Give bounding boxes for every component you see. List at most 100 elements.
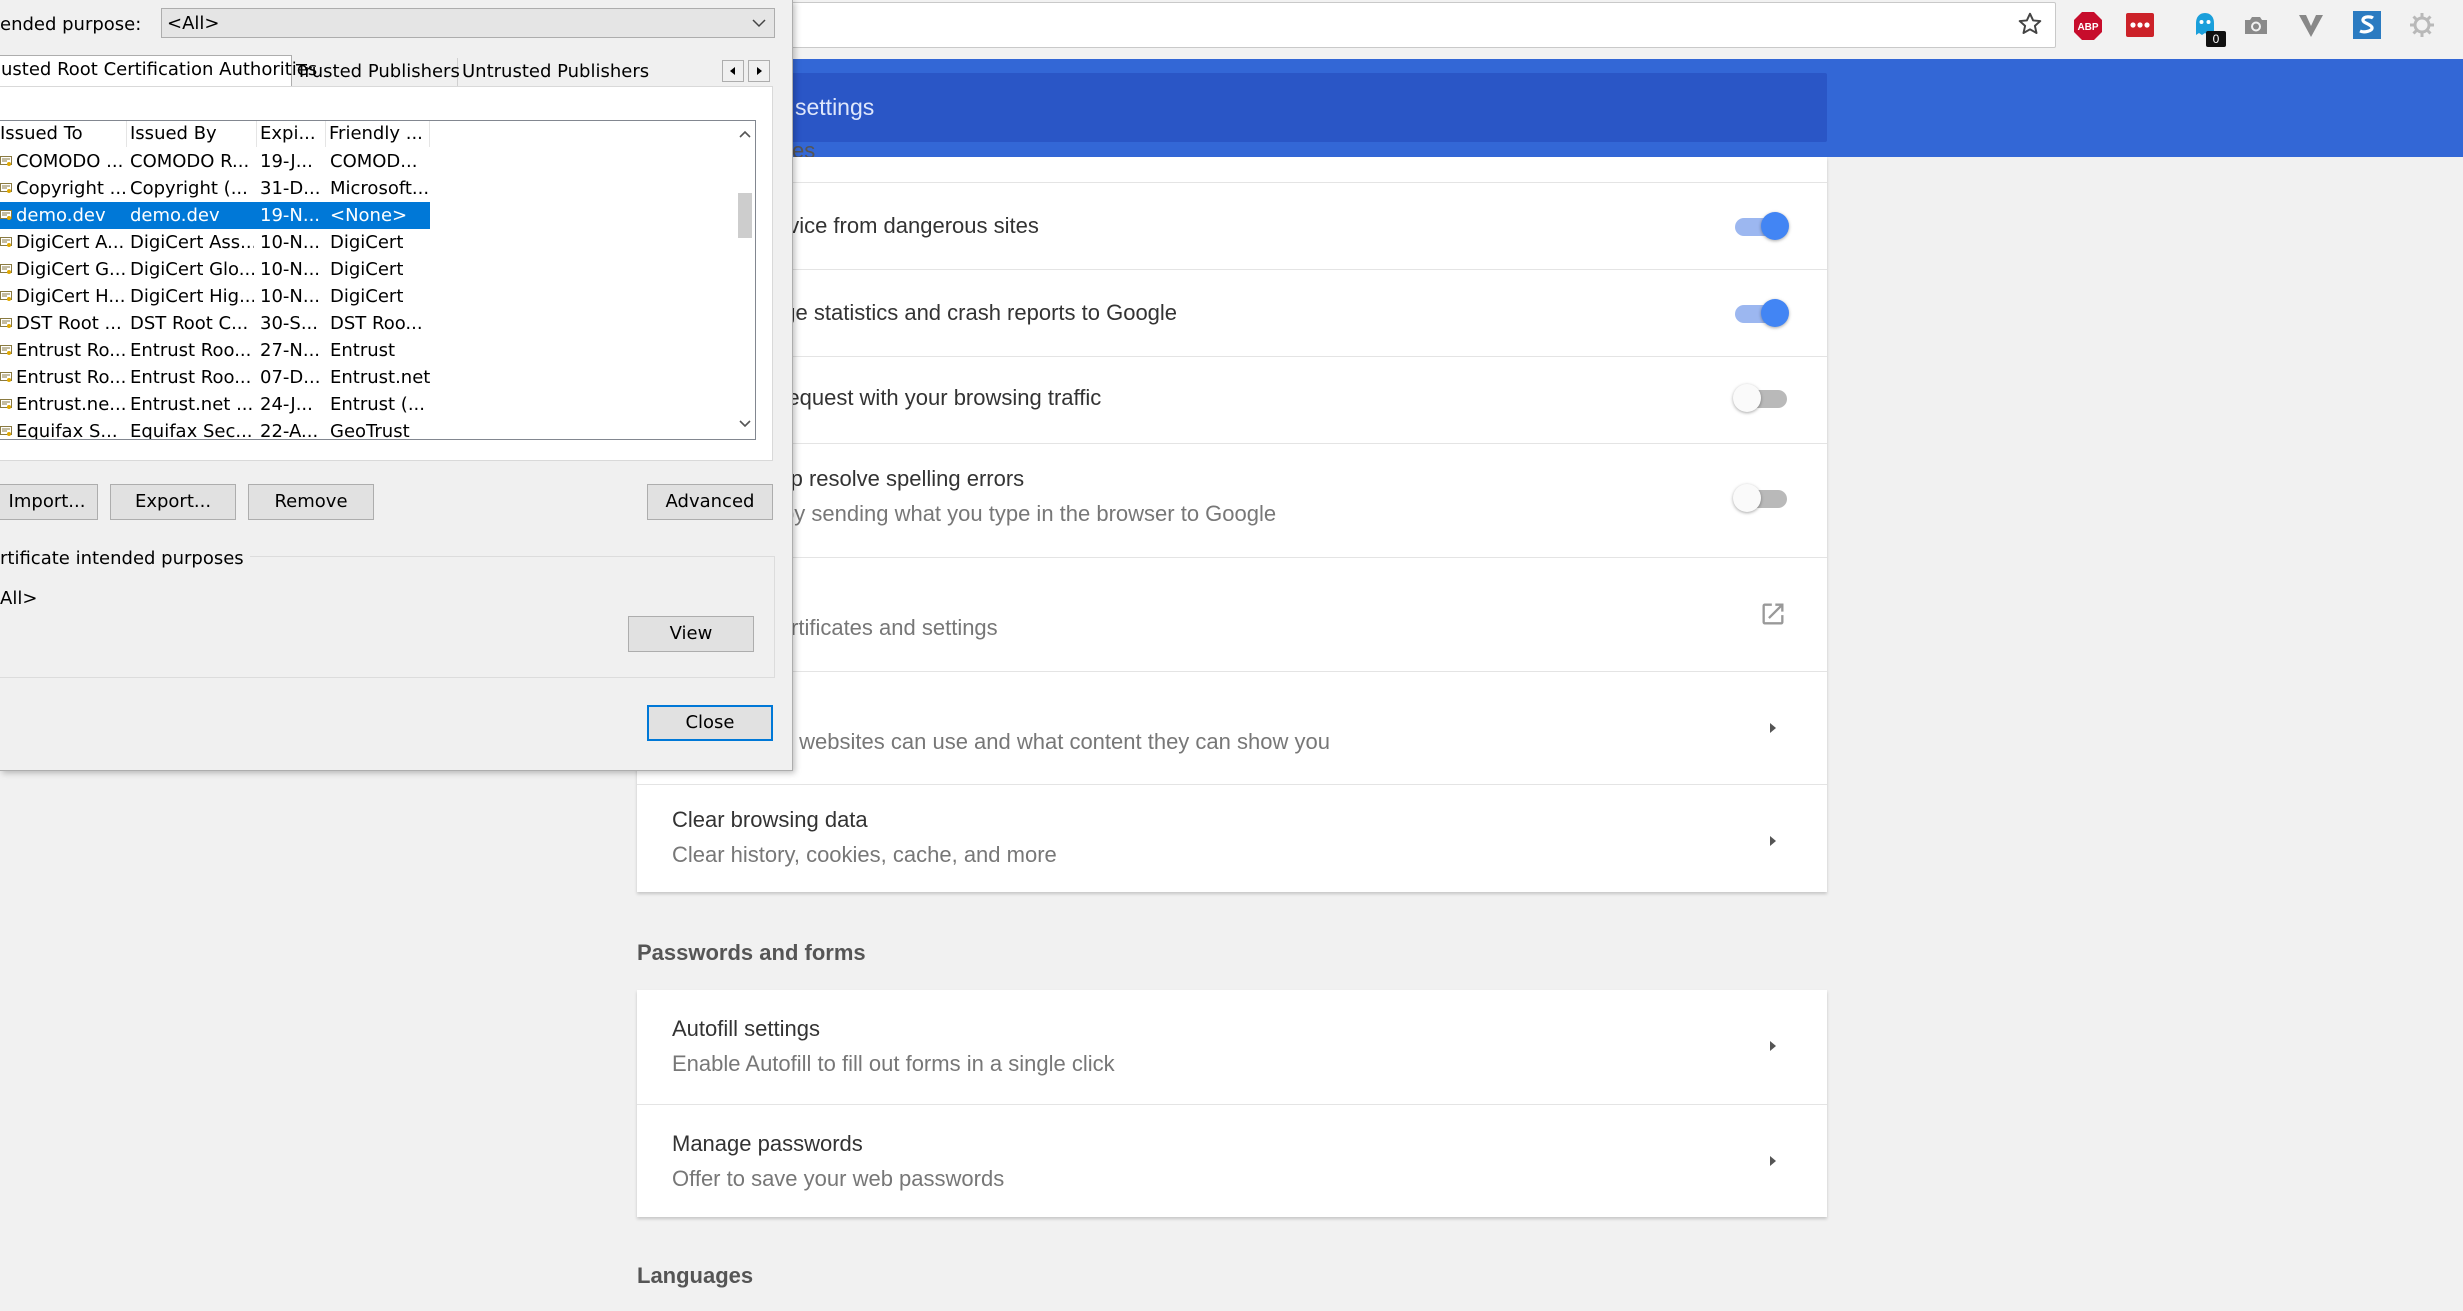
list-scrollbar[interactable]	[735, 121, 755, 439]
bookmark-star-icon[interactable]	[2017, 11, 2043, 37]
ghostery-badge: 0	[2206, 31, 2226, 47]
table-row[interactable]: DigiCert G... DigiCert Glo... 10-N... DigiC…	[0, 256, 430, 283]
safe-browsing-row[interactable]: and your device from dangerous sites	[637, 182, 1827, 269]
content-settings-row[interactable]: tings t information websites can use and…	[637, 671, 1827, 784]
passwords-section-title: Passwords and forms	[637, 940, 866, 965]
cell-friendly-name: DigiCert	[330, 259, 404, 280]
spelling-service-toggle[interactable]	[1733, 481, 1787, 515]
cell-issued-to: COMODO ...	[16, 151, 124, 172]
cell-issued-to: Entrust Ro...	[16, 367, 126, 388]
lastpass-icon[interactable]	[2125, 10, 2155, 40]
cell-expiration: 24-J...	[260, 394, 313, 415]
do-not-track-row[interactable]: Not Track" request with your browsing tr…	[637, 356, 1827, 443]
list-header: Issued To Issued By Expi... Friendly ...	[0, 121, 735, 147]
column-friendly-name[interactable]: Friendly ...	[326, 121, 430, 147]
certificate-icon	[0, 183, 12, 193]
scroll-up-icon[interactable]	[739, 129, 751, 139]
tab-trusted-publishers[interactable]: Trusted Publishers	[292, 58, 460, 86]
cell-expiration: 19-J...	[260, 151, 313, 172]
close-button[interactable]: Close	[647, 705, 773, 741]
import-button[interactable]: Import...	[0, 484, 98, 520]
languages-section-title: Languages	[637, 1263, 754, 1288]
row-title: Autofill settings	[672, 1016, 820, 1041]
table-row[interactable]: Entrust Ro... Entrust Roo... 27-N... Entrus…	[0, 337, 430, 364]
certificate-icon	[0, 399, 12, 409]
cell-expiration: 07-D...	[260, 367, 321, 388]
cell-friendly-name: DigiCert	[330, 286, 404, 307]
cell-issued-by: DigiCert Hig...	[130, 286, 254, 307]
intended-purpose-select[interactable]: <All>	[161, 8, 775, 38]
table-row[interactable]: DST Root ... DST Root C... 30-S... DST Roo.…	[0, 310, 430, 337]
certificate-list[interactable]: Issued To Issued By Expi... Friendly ...…	[0, 120, 756, 440]
safe-browsing-toggle[interactable]	[1735, 209, 1789, 243]
camera-icon[interactable]	[2241, 10, 2271, 40]
cell-expiration: 10-N...	[260, 286, 321, 307]
usage-stats-toggle[interactable]	[1735, 296, 1789, 330]
table-row[interactable]: COMODO ... COMODO R... 19-J... COMOD...	[0, 148, 430, 175]
cell-issued-by: Equifax Sec...	[130, 421, 253, 440]
external-link-icon[interactable]	[1759, 600, 1787, 628]
cell-issued-to: DigiCert A...	[16, 232, 125, 253]
column-issued-to[interactable]: Issued To	[0, 121, 127, 147]
certificate-icon	[0, 156, 12, 166]
certificate-icon	[0, 237, 12, 247]
column-issued-by[interactable]: Issued By	[127, 121, 257, 147]
tab-scroll-right[interactable]	[748, 60, 770, 82]
intended-purposes-value: All>	[0, 588, 38, 609]
privacy-card: and your device from dangerous sites ly …	[637, 157, 1827, 892]
table-row[interactable]: Copyright ... Copyright (... 31-D... Micros…	[0, 175, 430, 202]
certificates-dialog: ended purpose: <All> usted Root Certific…	[0, 0, 793, 771]
cell-issued-to: DST Root ...	[16, 313, 122, 334]
settings-search-box[interactable]	[774, 73, 1827, 142]
advanced-button[interactable]: Advanced	[647, 484, 773, 520]
table-row[interactable]: Equifax S... Equifax Sec... 22-A... GeoTrus…	[0, 418, 430, 440]
cell-friendly-name: Entrust.net	[330, 367, 430, 388]
manage-passwords-row[interactable]: Manage passwords Offer to save your web …	[637, 1104, 1827, 1217]
table-row[interactable]: Entrust.ne... Entrust.net ... 24-J... Entru…	[0, 391, 430, 418]
cell-issued-by: Entrust Roo...	[130, 367, 252, 388]
certificate-icon	[0, 345, 12, 355]
s-extension-icon[interactable]	[2352, 10, 2382, 40]
cell-issued-to: Copyright ...	[16, 178, 126, 199]
table-row-selected[interactable]: demo.dev demo.dev 19-N... <None>	[0, 202, 430, 229]
certificate-icon	[0, 210, 12, 220]
certificate-icon	[0, 264, 12, 274]
certificate-icon	[0, 372, 12, 382]
table-row[interactable]: DigiCert A... DigiCert Ass... 10-N... DigiC…	[0, 229, 430, 256]
tab-untrusted-publishers[interactable]: Untrusted Publishers	[458, 58, 649, 86]
do-not-track-toggle[interactable]	[1733, 381, 1787, 415]
cell-expiration: 22-A...	[260, 421, 319, 440]
export-button[interactable]: Export...	[110, 484, 236, 520]
row-title: Manage passwords	[672, 1131, 863, 1156]
clear-browsing-data-row[interactable]: Clear browsing data Clear history, cooki…	[637, 784, 1827, 892]
usage-stats-row[interactable]: ly send usage statistics and crash repor…	[637, 269, 1827, 356]
settings-search-text: settings	[795, 94, 875, 120]
column-expiration[interactable]: Expi...	[257, 121, 326, 147]
abp-label: ABP	[2077, 22, 2098, 33]
settings-extension-icon[interactable]	[2407, 10, 2437, 40]
table-row[interactable]: DigiCert H... DigiCert Hig... 10-N... DigiC…	[0, 283, 430, 310]
intended-purposes-label: rtificate intended purposes	[0, 548, 250, 569]
adblock-plus-icon[interactable]: ABP	[2073, 11, 2103, 41]
tab-trusted-root[interactable]: usted Root Certification Authorities	[0, 55, 317, 86]
cell-friendly-name: <None>	[330, 205, 408, 226]
intended-purpose-value: <All>	[167, 13, 220, 34]
autofill-settings-row[interactable]: Autofill settings Enable Autofill to fil…	[637, 990, 1827, 1104]
table-row[interactable]: Entrust Ro... Entrust Roo... 07-D... Entrus…	[0, 364, 430, 391]
scroll-down-icon[interactable]	[739, 419, 751, 429]
vivaldi-icon[interactable]	[2296, 10, 2326, 40]
view-button[interactable]: View	[628, 616, 754, 652]
tab-scroll-left[interactable]	[722, 60, 744, 82]
certificate-icon	[0, 318, 12, 328]
cell-friendly-name: Microsoft...	[330, 178, 430, 199]
remove-button[interactable]: Remove	[248, 484, 374, 520]
cell-issued-by: DigiCert Ass...	[130, 232, 254, 253]
chevron-down-icon	[752, 19, 766, 28]
cell-friendly-name: DigiCert	[330, 232, 404, 253]
spelling-service-row[interactable]: ervice to help resolve spelling errors l…	[637, 443, 1827, 557]
address-bar[interactable]	[776, 2, 2056, 48]
scroll-thumb[interactable]	[738, 193, 752, 238]
cell-friendly-name: Entrust (...	[330, 394, 425, 415]
cell-issued-to: demo.dev	[16, 205, 106, 226]
manage-certificates-row[interactable]: tificates TPS/SSL certificates and setti…	[637, 557, 1827, 671]
